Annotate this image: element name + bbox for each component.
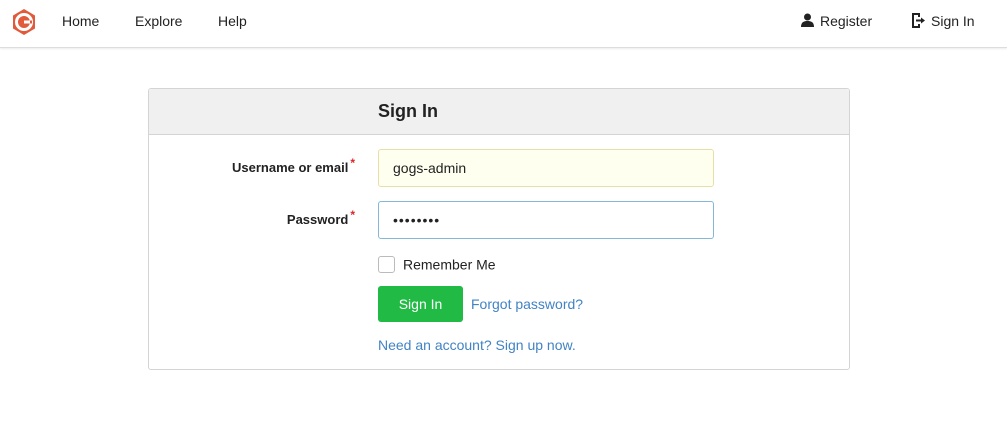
remember-me-label: Remember Me (403, 256, 496, 273)
password-field[interactable]: •••••••• (378, 201, 714, 239)
top-navbar: Home Explore Help Register Sign In (0, 0, 1007, 48)
signin-label: Sign In (931, 13, 975, 29)
nav-explore-link[interactable]: Explore (135, 0, 182, 44)
nav-home-link[interactable]: Home (62, 0, 99, 44)
checkbox-box[interactable] (378, 255, 395, 273)
user-icon (801, 13, 814, 28)
username-field[interactable]: gogs-admin (378, 149, 714, 187)
forgot-password-link[interactable]: Forgot password? (471, 296, 583, 312)
nav-help-link[interactable]: Help (218, 0, 247, 44)
gogs-logo-icon[interactable] (10, 8, 38, 36)
signup-link[interactable]: Need an account? Sign up now. (378, 337, 576, 353)
nav-register-link[interactable]: Register (801, 0, 872, 44)
username-label: Username or email * (231, 156, 355, 175)
sign-in-icon (912, 12, 925, 28)
signin-card: Sign In Username or email * gogs-admin Pa… (148, 88, 850, 370)
password-label: Password * (286, 208, 355, 227)
card-header: Sign In (149, 89, 849, 135)
register-label: Register (820, 13, 873, 29)
required-mark: * (350, 208, 355, 222)
required-mark: * (350, 156, 355, 170)
page-title: Sign In (378, 101, 438, 121)
remember-me-checkbox[interactable]: Remember Me (378, 254, 496, 273)
nav-signin-link[interactable]: Sign In (911, 0, 975, 44)
sign-in-button[interactable]: Sign In (378, 286, 463, 322)
